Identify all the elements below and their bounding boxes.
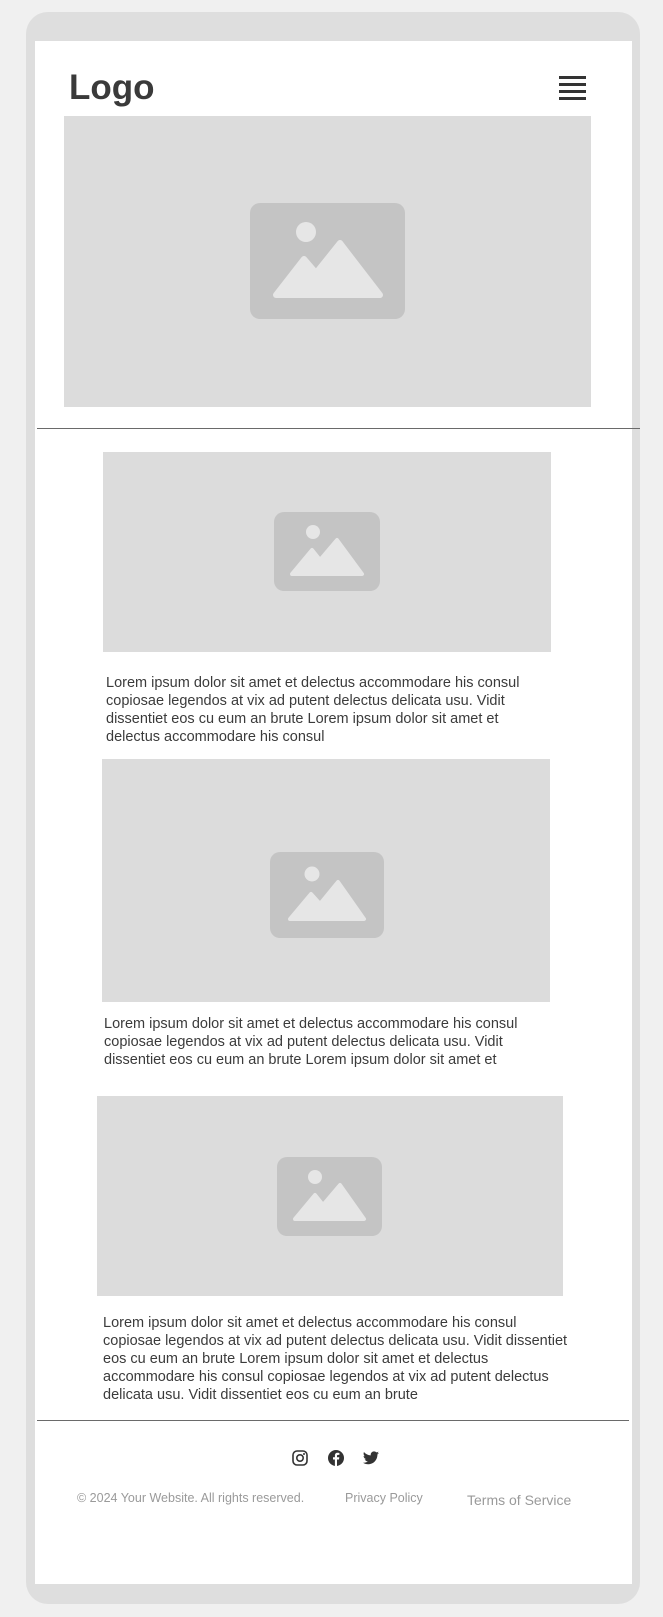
logo[interactable]: Logo	[69, 66, 155, 110]
image-placeholder-icon	[270, 852, 384, 938]
twitter-icon[interactable]	[362, 1449, 380, 1467]
card-text: Lorem ipsum dolor sit amet et delectus a…	[104, 1016, 518, 1068]
privacy-policy-link[interactable]: Privacy Policy	[345, 1491, 423, 1505]
hero-image	[64, 116, 591, 407]
image-placeholder-icon	[277, 1157, 382, 1236]
image-placeholder-icon	[274, 512, 380, 591]
header-divider	[37, 428, 640, 429]
copyright-text: © 2024 Your Website. All rights reserved…	[77, 1491, 305, 1505]
card-image	[103, 452, 551, 652]
terms-of-service-link[interactable]: Terms of Service	[467, 1492, 571, 1508]
card-text: Lorem ipsum dolor sit amet et delectus a…	[106, 675, 520, 745]
footer-divider	[37, 1420, 629, 1421]
hamburger-menu-icon[interactable]	[559, 76, 586, 100]
facebook-icon[interactable]	[327, 1449, 345, 1467]
image-placeholder-icon	[250, 203, 405, 319]
instagram-icon[interactable]	[291, 1449, 309, 1467]
card-image	[102, 759, 550, 1002]
card-image	[97, 1096, 563, 1296]
card-text: Lorem ipsum dolor sit amet et delectus a…	[103, 1315, 568, 1403]
